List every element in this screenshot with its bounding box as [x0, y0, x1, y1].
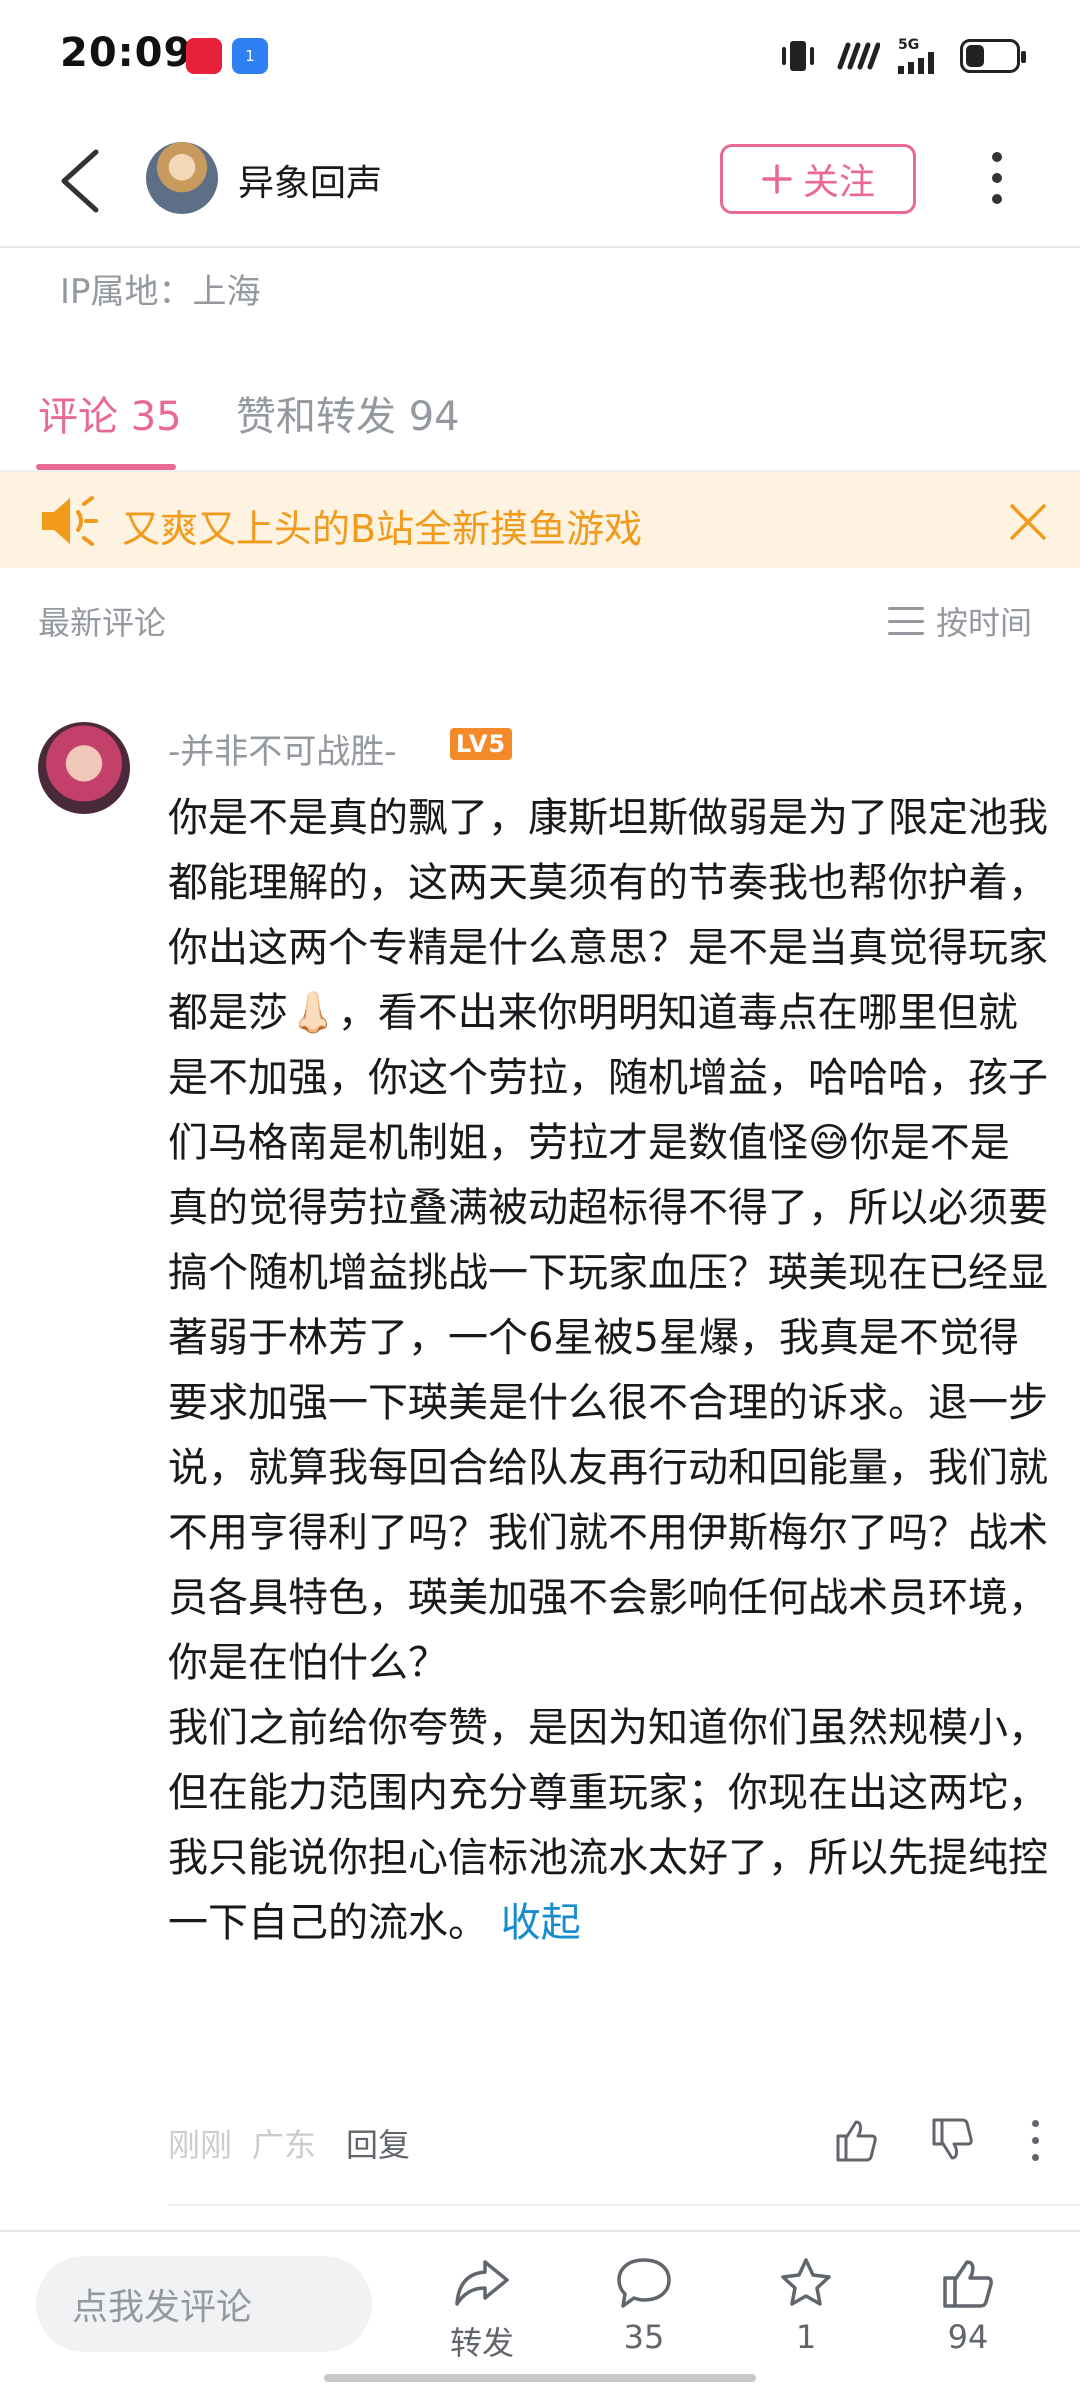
reply-button[interactable]: 回复 — [346, 2120, 410, 2166]
comment-input[interactable]: 点我发评论 — [36, 2256, 372, 2352]
ip-location: IP属地：上海 — [60, 272, 261, 312]
comment-divider — [168, 2204, 1080, 2206]
comment-bubble-icon — [617, 2258, 671, 2308]
thumbs-down-icon[interactable] — [928, 2116, 976, 2164]
sort-toggle-label: 按时间 — [936, 604, 1033, 642]
collapse-link[interactable]: 收起 — [501, 1900, 581, 1946]
comment-paragraph: 你是不是真的飘了，康斯坦斯做弱是为了限定池我都能理解的，这两天莫须有的节奏我也帮… — [168, 795, 1048, 1686]
thumbs-up-icon[interactable] — [832, 2116, 880, 2164]
share-icon — [455, 2260, 509, 2306]
comment-body: 你是不是真的飘了，康斯坦斯做弱是为了限定池我都能理解的，这两天莫须有的节奏我也帮… — [168, 786, 1048, 1956]
hd-signal-icon — [837, 42, 880, 70]
level-badge: LV5 — [450, 728, 512, 760]
tab-comments[interactable]: 评论 35 — [38, 384, 182, 442]
comment-time: 刚刚 — [168, 2126, 233, 2164]
avatar[interactable] — [146, 142, 218, 214]
app-notification-icon — [186, 38, 222, 74]
home-indicator[interactable] — [324, 2374, 756, 2382]
comment-location: 广东 — [252, 2126, 317, 2164]
comment-meta: 刚刚 广东 — [168, 2120, 316, 2166]
status-time: 20:09 — [60, 30, 193, 76]
network-type: 5G — [898, 37, 920, 53]
like-button[interactable]: 94 — [908, 2256, 1028, 2356]
follow-button[interactable]: 关注 — [720, 144, 916, 214]
close-icon[interactable] — [1008, 502, 1048, 542]
more-vertical-icon[interactable] — [990, 152, 1004, 208]
vibrate-icon — [782, 41, 814, 71]
list-icon — [888, 607, 924, 635]
status-indicators: 5G — [778, 36, 1026, 76]
favorite-button[interactable]: 1 — [746, 2256, 866, 2356]
notice-text[interactable]: 又爽又上头的B站全新摸鱼游戏 — [122, 498, 642, 553]
header-username[interactable]: 异象回声 — [238, 154, 382, 206]
comment-count-button[interactable]: 35 — [584, 2256, 704, 2356]
follow-label: 关注 — [802, 162, 875, 203]
comment-author[interactable]: -并非不可战胜- — [168, 724, 397, 773]
signal-bars-icon — [898, 52, 934, 74]
sort-label: 最新评论 — [38, 604, 167, 642]
battery-icon — [960, 39, 1026, 73]
thumbs-up-icon — [943, 2260, 993, 2308]
star-icon — [781, 2258, 831, 2306]
comment-paragraph-text: 我们之前给你夸赞，是因为知道你们虽然规模小，但在能力范围内充分尊重玩家；你现在出… — [168, 1705, 1048, 1946]
comment-avatar[interactable] — [38, 722, 130, 814]
plus-icon — [762, 164, 792, 194]
favorite-count: 1 — [795, 2318, 817, 2356]
bottom-bar-divider — [0, 2230, 1080, 2232]
cell-signal: 5G — [898, 38, 942, 74]
header-divider — [0, 246, 1080, 248]
like-count: 94 — [947, 2318, 989, 2356]
comment-paragraph: 我们之前给你夸赞，是因为知道你们虽然规模小，但在能力范围内充分尊重玩家；你现在出… — [168, 1696, 1048, 1956]
comment-more-icon[interactable] — [1030, 2120, 1040, 2164]
badge-notification-icon: 1 — [232, 38, 268, 74]
back-arrow-icon[interactable] — [56, 148, 106, 214]
share-label: 转发 — [449, 2324, 514, 2362]
tab-likes-shares[interactable]: 赞和转发 94 — [236, 384, 460, 442]
comment-count: 35 — [623, 2318, 665, 2356]
share-button[interactable]: 转发 — [422, 2256, 542, 2364]
speaker-icon — [42, 496, 98, 546]
sort-toggle-button[interactable]: 按时间 — [888, 598, 1032, 644]
